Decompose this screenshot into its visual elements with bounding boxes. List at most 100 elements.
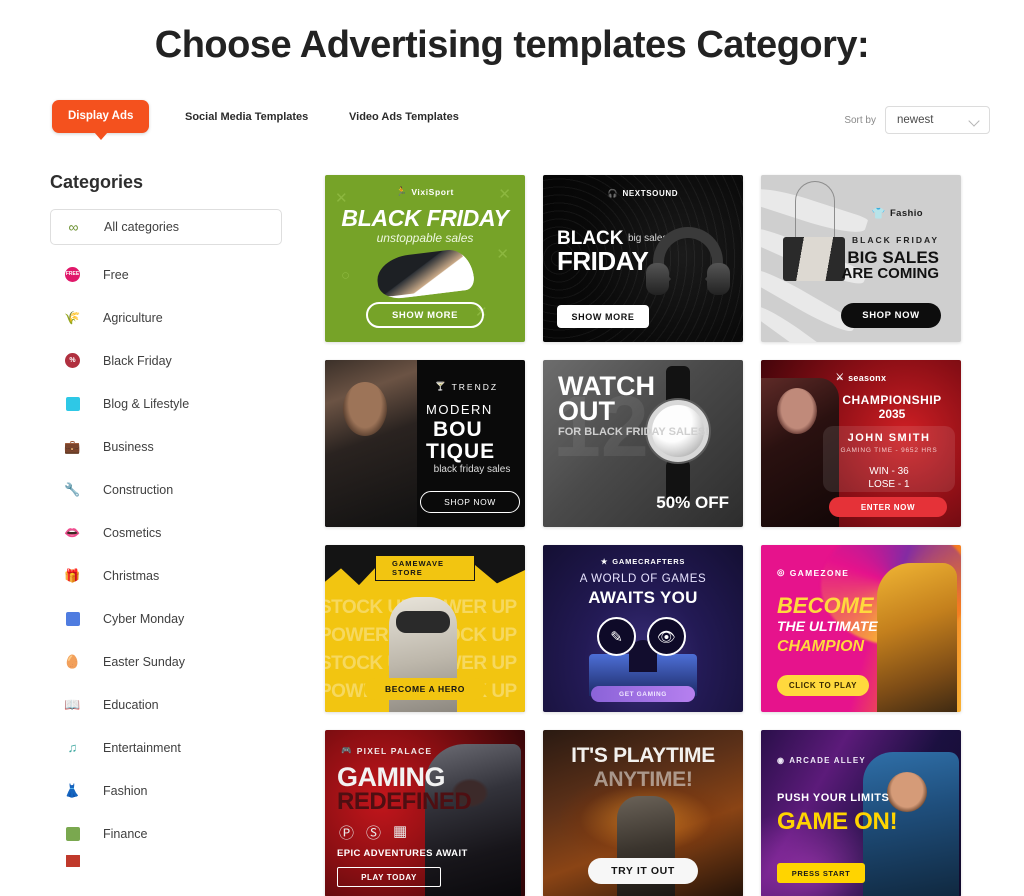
target-icon: ◎: [777, 567, 786, 577]
card-headline: WATCH OUT: [558, 373, 655, 426]
sort-label: Sort by: [844, 114, 876, 126]
card-cta-button[interactable]: SHOW MORE: [557, 305, 649, 328]
sidebar-item-label: Entertainment: [103, 740, 181, 755]
wallet-icon: [64, 825, 81, 842]
sidebar-item-label: Cyber Monday: [103, 611, 185, 626]
pencil-icon[interactable]: ✎: [597, 617, 636, 656]
sort-control: Sort by newest: [844, 106, 990, 134]
sidebar-item-finance[interactable]: Finance: [50, 812, 282, 855]
sidebar-item-construction[interactable]: 🔧 Construction: [50, 468, 282, 511]
windows-icon: ▦: [393, 823, 408, 840]
card-cta-button[interactable]: SHOP NOW: [420, 491, 520, 513]
sort-select[interactable]: newest: [885, 106, 990, 134]
card-brand: ⚔ seasonx: [836, 372, 887, 383]
template-card[interactable]: ◎ GAMEZONE BECOME THE ULTIMATE CHAMPION …: [761, 545, 961, 712]
page-title: Choose Advertising templates Category:: [154, 24, 870, 66]
card-brand-label: ARCADE ALLEY: [789, 756, 866, 765]
template-card[interactable]: 🎧 NEXTSOUND BLACK big sales FRIDAY SHOW …: [543, 175, 743, 342]
tab-display-ads[interactable]: Display Ads: [52, 100, 150, 140]
card-cta-button[interactable]: SHOP NOW: [841, 303, 941, 328]
handbag-image: [783, 237, 845, 281]
sidebar-item-blog-lifestyle[interactable]: Blog & Lifestyle: [50, 382, 282, 425]
platform-icons: Ⓟ Ⓢ ▦: [339, 822, 407, 843]
sidebar-item-label: Free: [103, 267, 129, 282]
card-headline-2: ARE COMING: [841, 265, 940, 282]
stat-win: WIN - 36: [869, 466, 909, 477]
card-headline-line2: OUT: [558, 396, 615, 426]
sidebar-item-label: Christmas: [103, 568, 160, 583]
card-cta-button[interactable]: SHOW MORE: [366, 302, 484, 328]
card-headline: GAME ON!: [777, 808, 898, 835]
sidebar-item-free[interactable]: FREE Free: [50, 253, 282, 296]
sidebar-item-cyber-monday[interactable]: Cyber Monday: [50, 597, 282, 640]
card-headline-2: TIQUE: [426, 440, 496, 463]
playstation-icon: Ⓟ: [339, 825, 355, 842]
template-card[interactable]: 🎮 PIXEL PALACE GAMING REDEFINED Ⓟ Ⓢ ▦ EP…: [325, 730, 525, 896]
card-eyebrow: A WORLD OF GAMES: [579, 573, 707, 585]
card-brand: 🏃 VixiSport: [396, 186, 454, 197]
card-headline: BOU: [433, 418, 483, 441]
card-subhead: FOR BLACK FRIDAY SALES!: [558, 426, 709, 438]
sidebar-item-easter-sunday[interactable]: 🥚 Easter Sunday: [50, 640, 282, 683]
template-card[interactable]: 🍸 TRENDZ MODERN BOU TIQUE black friday s…: [325, 360, 525, 527]
card-headline: BECOME: [777, 593, 874, 618]
card-cta-button[interactable]: CLICK TO PLAY: [777, 675, 869, 696]
lips-icon: 👄: [64, 525, 81, 540]
card-cta-button[interactable]: PLAY TODAY: [337, 867, 441, 887]
sidebar-item-cosmetics[interactable]: 👄 Cosmetics: [50, 511, 282, 554]
sidebar-item-label: Agriculture: [103, 310, 163, 325]
sidebar-item-fashion[interactable]: 👗 Fashion: [50, 769, 282, 812]
card-headline-2: THE ULTIMATE: [777, 618, 878, 634]
template-card[interactable]: IT'S PLAYTIME ANYTIME! TRY IT OUT: [543, 730, 743, 896]
sidebar-item-black-friday[interactable]: % Black Friday: [50, 339, 282, 382]
eye-icon[interactable]: 👁: [647, 617, 686, 656]
card-cta-button[interactable]: ENTER NOW: [829, 497, 947, 517]
card-brand-label: seasonx: [848, 372, 887, 383]
tab-display-ads-label: Display Ads: [68, 110, 134, 122]
sidebar-item-partial[interactable]: [50, 855, 282, 867]
sidebar-item-christmas[interactable]: 🎁 Christmas: [50, 554, 282, 597]
template-card[interactable]: ★ GAMECRAFTERS A WORLD OF GAMES AWAITS Y…: [543, 545, 743, 712]
card-cta-button[interactable]: TRY IT OUT: [588, 858, 698, 884]
tab-social-media-templates[interactable]: Social Media Templates: [185, 111, 308, 123]
stat-gaming-time: GAMING TIME - 9652 HRS: [840, 447, 938, 454]
card-cta-button[interactable]: GET GAMING: [591, 686, 695, 702]
card-headline: BLACK FRIDAY: [341, 205, 509, 231]
card-cta-button[interactable]: BECOME A HERO: [364, 678, 486, 700]
tab-video-ads-templates[interactable]: Video Ads Templates: [349, 111, 459, 123]
template-card[interactable]: STOCK UP POWER UP POWER UP STOCK UP STOC…: [325, 545, 525, 712]
player-name: JOHN SMITH: [847, 432, 931, 444]
sidebar-item-education[interactable]: 📖 Education: [50, 683, 282, 726]
sidebar-item-label: Finance: [103, 826, 148, 841]
ornament-icon: 🎁: [64, 568, 81, 583]
card-headline-2: REDEFINED: [337, 788, 472, 815]
sidebar-item-business[interactable]: 💼 Business: [50, 425, 282, 468]
sidebar-item-all-categories[interactable]: ∞ All categories: [50, 209, 282, 245]
template-grid: ✕ ✕ ○ ✕ ✕ 🏃 VixiSport BLACK FRIDAY unsto…: [325, 175, 961, 896]
card-eyebrow: BLACK FRIDAY: [852, 235, 939, 245]
music-note-icon: ♫: [67, 740, 78, 755]
gamepad-icon: 🎮: [341, 745, 353, 755]
xbox-icon: Ⓢ: [366, 825, 382, 842]
template-card[interactable]: ✕ ✕ ○ ✕ ✕ 🏃 VixiSport BLACK FRIDAY unsto…: [325, 175, 525, 342]
card-headline-2: 2035: [878, 407, 906, 421]
card-cta-button[interactable]: PRESS START: [777, 863, 865, 883]
discount-tag-icon: %: [64, 352, 81, 369]
stat-lose: LOSE - 1: [868, 479, 910, 490]
card-brand-label: TRENDZ: [451, 381, 499, 392]
sidebar-item-label: Easter Sunday: [103, 654, 185, 669]
sidebar-item-label: Cosmetics: [103, 525, 162, 540]
sidebar-item-entertainment[interactable]: ♫ Entertainment: [50, 726, 282, 769]
template-card[interactable]: ◉ ARCADE ALLEY PUSH YOUR LIMITS GAME ON!…: [761, 730, 961, 896]
sidebar-item-agriculture[interactable]: 🌾 Agriculture: [50, 296, 282, 339]
wheat-icon: 🌾: [64, 310, 81, 325]
template-card[interactable]: ⚔ seasonx CHAMPIONSHIP 2035 JOHN SMITH G…: [761, 360, 961, 527]
template-card[interactable]: 👕 Fashio BLACK FRIDAY BIG SALES ARE COMI…: [761, 175, 961, 342]
card-brand-label: GAMECRAFTERS: [612, 557, 686, 566]
film-reel-icon: ◉: [777, 756, 786, 765]
card-eyebrow: PUSH YOUR LIMITS: [777, 792, 890, 804]
card-brand: ◎ GAMEZONE: [777, 567, 849, 578]
partial-category-icon: [64, 855, 81, 867]
template-card[interactable]: 12 WATCH OUT FOR BLACK FRIDAY SALES! 50%…: [543, 360, 743, 527]
crossed-swords-icon: ⚔: [835, 372, 845, 382]
